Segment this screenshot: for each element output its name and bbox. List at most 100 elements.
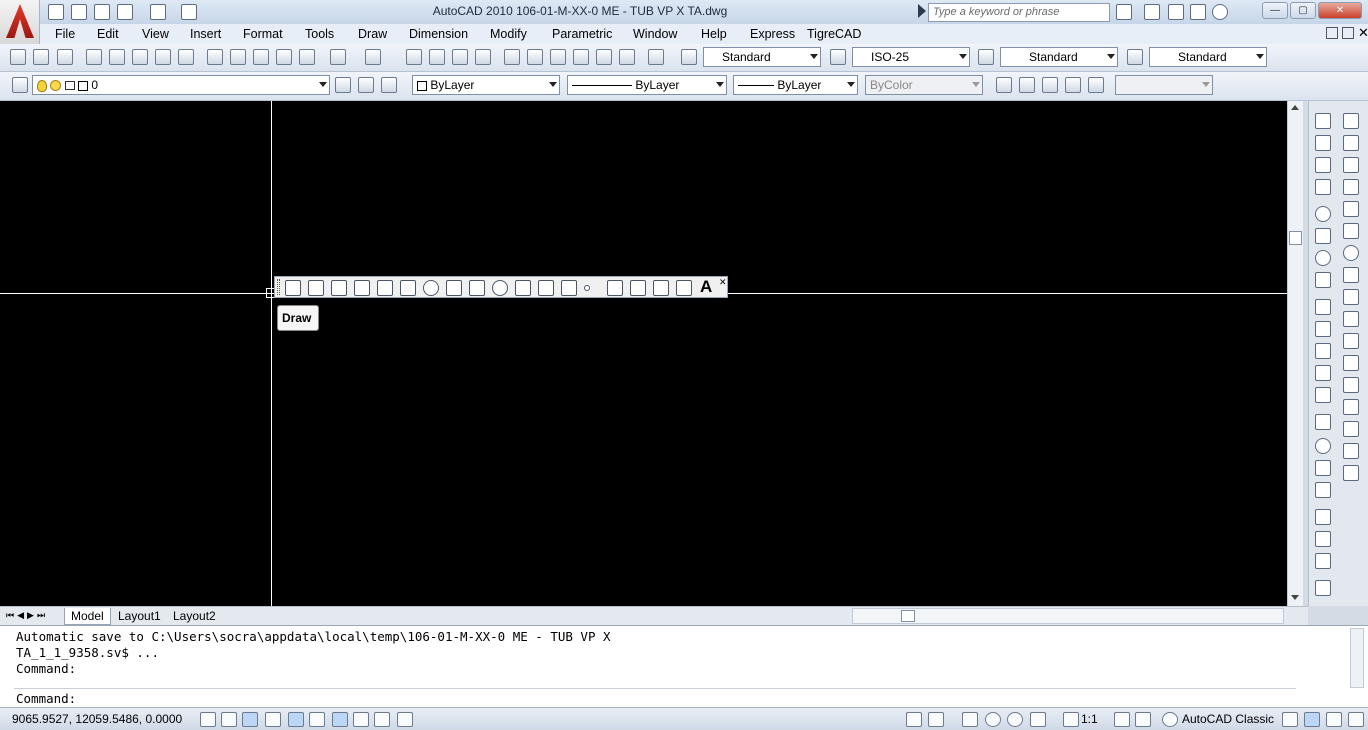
extend-icon[interactable] — [1343, 333, 1359, 349]
polyline-icon[interactable] — [331, 280, 347, 296]
dim-style-select[interactable]: ISO-25 — [852, 47, 970, 67]
text-style-select[interactable]: Standard — [703, 47, 821, 67]
sheet-set-icon[interactable] — [573, 49, 589, 65]
table-icon[interactable] — [676, 280, 692, 296]
zoom-window-icon[interactable] — [452, 49, 468, 65]
dim-style-icon[interactable] — [830, 49, 846, 65]
menu-tools[interactable]: Tools — [305, 27, 334, 41]
command-prompt[interactable]: Command: — [16, 691, 76, 706]
break-icon[interactable] — [1343, 377, 1359, 393]
maximize-button[interactable]: ▢ — [1290, 2, 1316, 19]
redo-toolbar-icon[interactable] — [365, 49, 381, 65]
command-scrollbar[interactable] — [1350, 628, 1364, 688]
publish-icon[interactable] — [132, 49, 148, 65]
binoculars-icon[interactable] — [1116, 4, 1132, 20]
layer-manager-icon[interactable] — [12, 77, 28, 93]
line-icon[interactable] — [285, 280, 301, 296]
hatch-icon[interactable] — [607, 280, 623, 296]
quick-properties-icon[interactable] — [397, 712, 413, 727]
copy-icon[interactable] — [230, 49, 246, 65]
showmotion-icon[interactable] — [1030, 712, 1046, 727]
move-icon[interactable] — [1343, 223, 1359, 239]
menu-dimension[interactable]: Dimension — [409, 27, 468, 41]
dynamic-input-icon[interactable] — [374, 712, 390, 727]
subscription-icon[interactable] — [1144, 4, 1160, 20]
join-icon[interactable] — [1343, 399, 1359, 415]
help-toolbar-icon[interactable] — [648, 49, 664, 65]
open-file-icon[interactable] — [33, 49, 49, 65]
lock-icon[interactable] — [1282, 712, 1298, 727]
rectangle-icon[interactable] — [377, 280, 393, 296]
lineweight-select[interactable]: ByLayer — [733, 75, 858, 95]
annotation-scale-value[interactable]: 1:1 — [1081, 712, 1098, 726]
quickcalc-icon[interactable] — [619, 49, 635, 65]
explode-icon[interactable] — [1343, 465, 1359, 481]
multileader-style-select[interactable]: Standard — [1149, 47, 1267, 67]
annotation-scale-icon[interactable] — [1063, 712, 1079, 727]
open-icon[interactable] — [71, 4, 87, 20]
application-menu-button[interactable] — [0, 0, 40, 44]
insert-block-icon[interactable] — [538, 280, 554, 296]
visual-style-icon[interactable] — [996, 77, 1012, 93]
search-expand-icon[interactable] — [918, 4, 926, 18]
angular-icon[interactable] — [1315, 272, 1331, 288]
object-snap-tracking-icon[interactable] — [332, 712, 348, 727]
help-icon[interactable] — [1212, 4, 1228, 20]
jogged-linear-icon[interactable] — [1315, 482, 1331, 498]
tab-layout2[interactable]: Layout2 — [167, 608, 222, 624]
chamfer-icon[interactable] — [1343, 421, 1359, 437]
multileader-style-icon[interactable] — [1127, 49, 1143, 65]
arc-icon[interactable] — [400, 280, 416, 296]
block-editor-icon[interactable] — [299, 49, 315, 65]
etransmit-icon[interactable] — [178, 49, 194, 65]
menu-help[interactable]: Help — [701, 27, 727, 41]
aligned-dimension-icon[interactable] — [1315, 135, 1331, 151]
table-style-icon[interactable] — [978, 49, 994, 65]
conceptual-icon[interactable] — [1088, 77, 1104, 93]
ortho-mode-icon[interactable] — [265, 712, 281, 727]
scale-icon[interactable] — [1343, 267, 1359, 283]
menu-insert[interactable]: Insert — [190, 27, 221, 41]
menu-view[interactable]: View — [142, 27, 169, 41]
isolate-objects-icon[interactable] — [1326, 712, 1342, 727]
horizontal-scrollbar[interactable] — [852, 608, 1284, 624]
scroll-up-icon[interactable] — [1291, 105, 1299, 110]
tab-layout1[interactable]: Layout1 — [112, 608, 167, 624]
menu-tigrecad[interactable]: TigreCAD — [807, 27, 861, 41]
rotate-icon[interactable] — [1343, 245, 1359, 261]
mirror-icon[interactable] — [1343, 157, 1359, 173]
diameter-icon[interactable] — [1315, 250, 1331, 266]
trim-icon[interactable] — [1343, 311, 1359, 327]
quick-dimension-icon[interactable] — [1315, 299, 1331, 315]
toolbar-grip-handle[interactable] — [277, 279, 280, 295]
favorites-star-icon[interactable] — [1190, 4, 1206, 20]
model-space-icon[interactable] — [906, 712, 922, 727]
linear-dimension-icon[interactable] — [1315, 113, 1331, 129]
snap-mode-icon[interactable] — [221, 712, 237, 727]
redo-icon[interactable] — [150, 4, 166, 20]
plot-preview-icon[interactable] — [109, 49, 125, 65]
horizontal-scroll-thumb[interactable] — [901, 610, 915, 622]
polar-tracking-icon[interactable] — [288, 712, 304, 727]
make-block-icon[interactable] — [561, 280, 577, 296]
ellipse-arc-icon[interactable] — [515, 280, 531, 296]
linetype-select[interactable]: ByLayer — [567, 75, 727, 95]
construction-line-icon[interactable] — [308, 280, 324, 296]
menu-edit[interactable]: Edit — [97, 27, 119, 41]
toolbar-close-icon[interactable]: ✕ — [719, 277, 727, 288]
dimension-space-icon[interactable] — [1315, 365, 1331, 381]
paste-icon[interactable] — [253, 49, 269, 65]
steering-wheel-icon[interactable] — [1007, 712, 1023, 727]
coordinate-display[interactable]: 9065.9527, 12059.5486, 0.0000 — [12, 712, 182, 726]
polygon-icon[interactable] — [354, 280, 370, 296]
erase-icon[interactable] — [1343, 113, 1359, 129]
doc-restore-button[interactable] — [1342, 27, 1354, 39]
design-center-icon[interactable] — [527, 49, 543, 65]
match-properties-icon[interactable] — [276, 49, 292, 65]
radius-icon[interactable] — [1315, 206, 1331, 222]
fillet-icon[interactable] — [1343, 443, 1359, 459]
qnew-icon[interactable] — [10, 49, 26, 65]
layer-states-icon[interactable] — [381, 77, 397, 93]
cut-icon[interactable] — [207, 49, 223, 65]
make-object-layer-current-icon[interactable] — [335, 77, 351, 93]
